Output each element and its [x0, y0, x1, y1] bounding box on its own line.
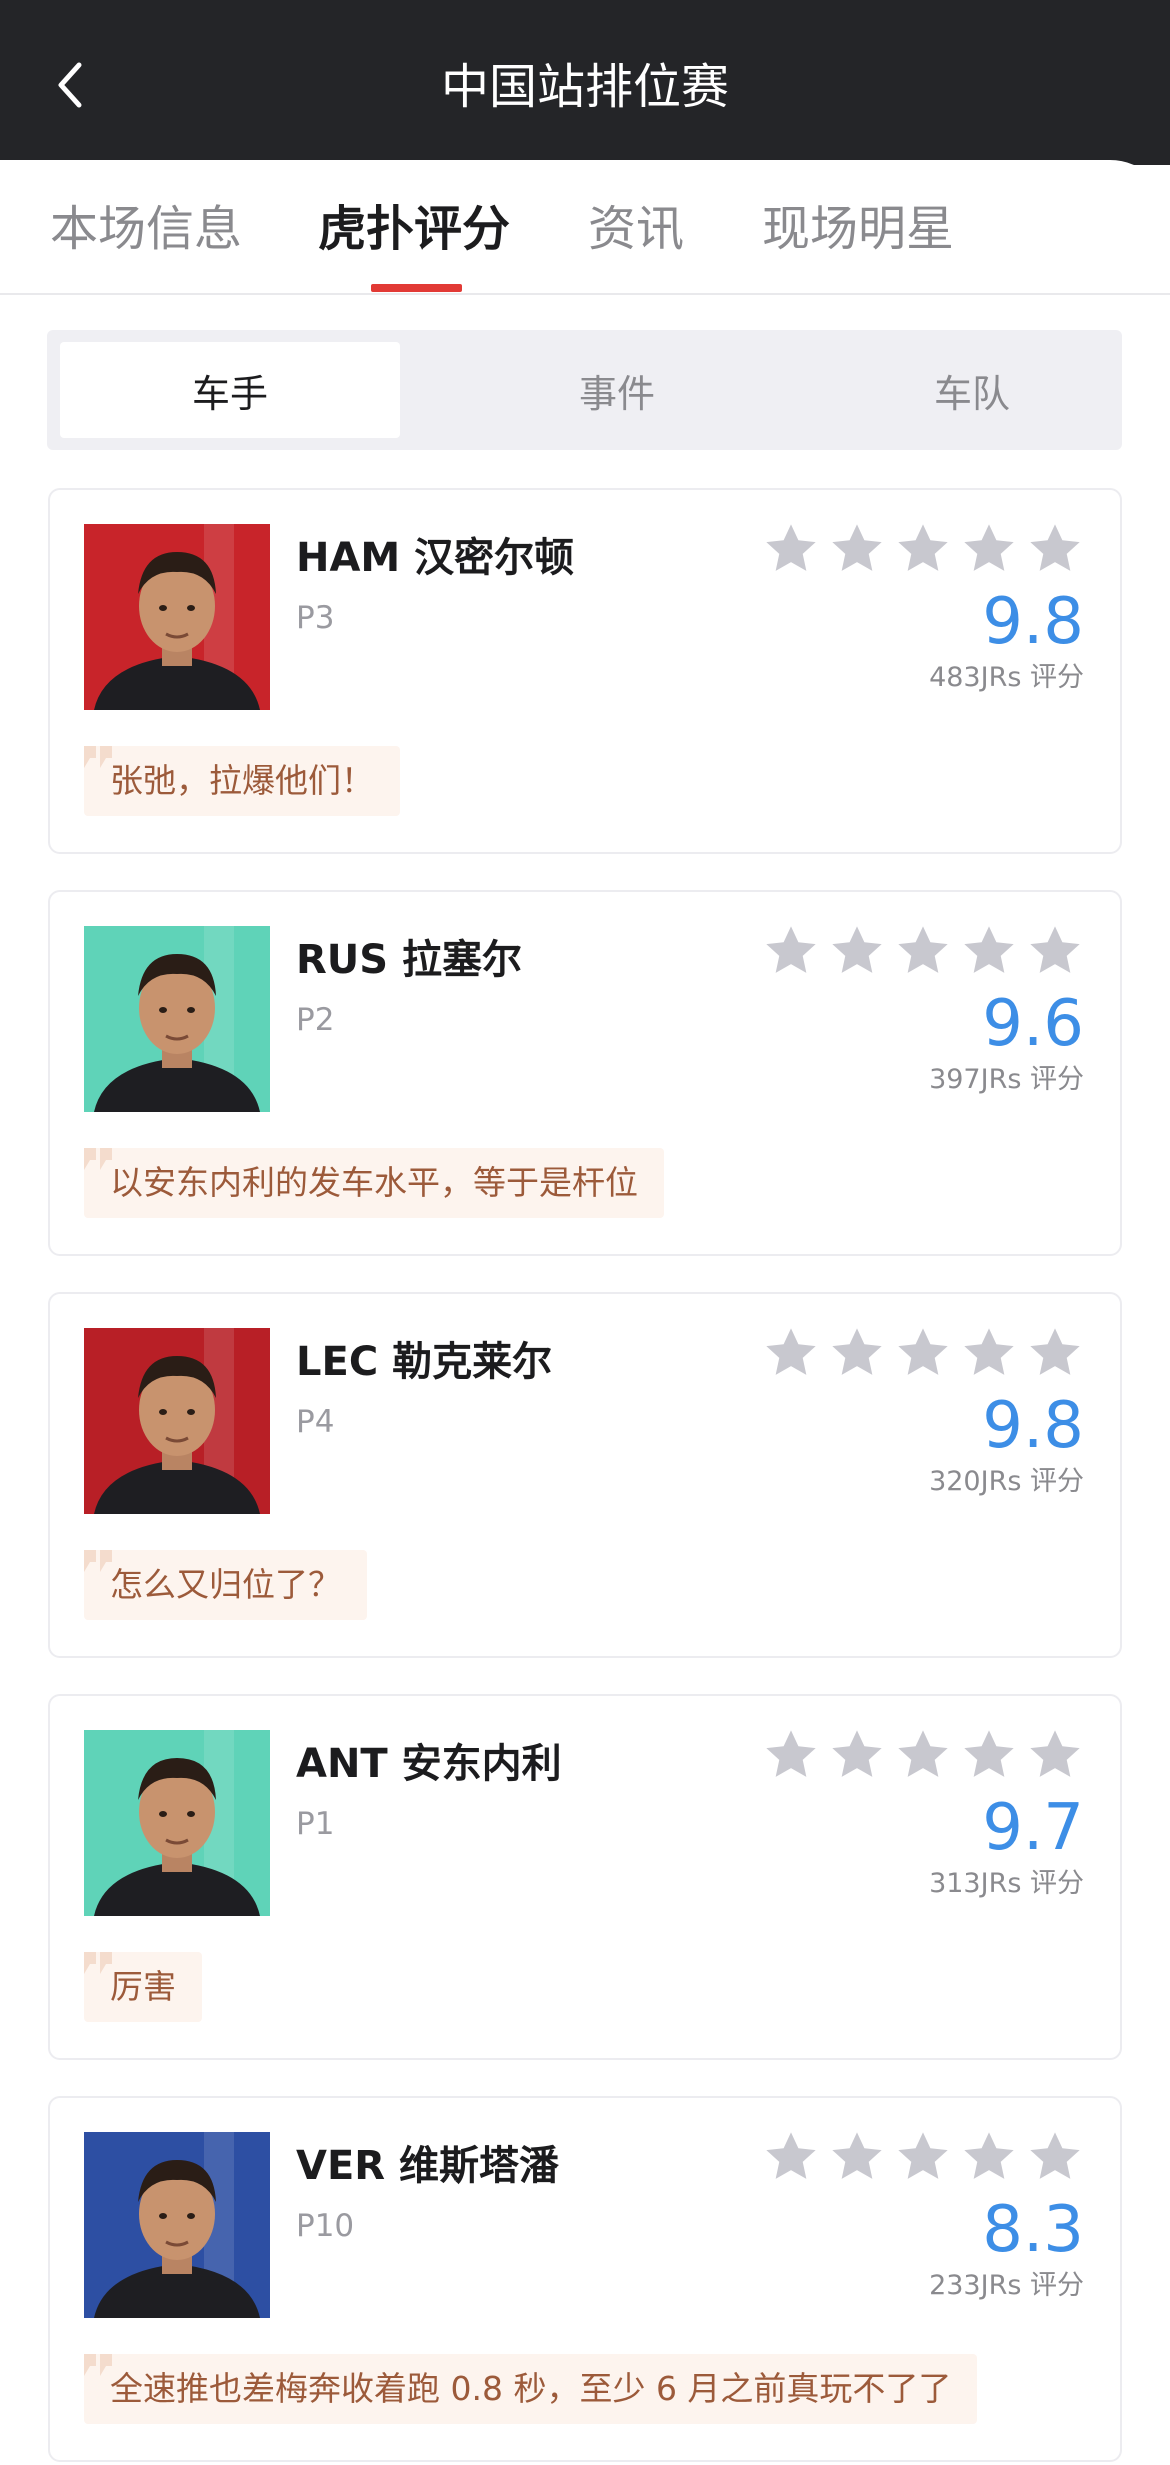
segmented-control: 车手 事件 车队: [47, 330, 1122, 450]
comment-text: 厉害: [110, 1967, 176, 2006]
quote-icon: [84, 1148, 112, 1170]
driver-portrait-icon: [84, 2132, 270, 2318]
page-title: 中国站排位赛: [440, 59, 729, 115]
driver-position: P3: [296, 600, 335, 636]
star-icon[interactable]: [1026, 922, 1084, 980]
star-icon[interactable]: [828, 1726, 886, 1784]
driver-card[interactable]: VER 维斯塔潘 P10 8.3 233JRs 评分 全速推也差梅奔收着跑 0.…: [48, 2096, 1122, 2462]
star-icon[interactable]: [960, 922, 1018, 980]
star-rating[interactable]: [762, 2128, 1084, 2186]
driver-position: P4: [296, 1404, 335, 1440]
star-rating[interactable]: [762, 1324, 1084, 1382]
rating-count: 313JRs 评分: [929, 1868, 1084, 1899]
star-icon[interactable]: [828, 1324, 886, 1382]
star-icon[interactable]: [1026, 520, 1084, 578]
star-icon[interactable]: [828, 922, 886, 980]
driver-name: ANT 安东内利: [296, 1741, 562, 1787]
driver-name: RUS 拉塞尔: [296, 937, 523, 983]
driver-score: 9.8: [982, 585, 1084, 659]
driver-portrait-icon: [84, 524, 270, 710]
star-icon[interactable]: [762, 1726, 820, 1784]
tab-info[interactable]: 本场信息: [50, 196, 242, 262]
star-icon[interactable]: [1026, 1726, 1084, 1784]
rating-count: 397JRs 评分: [929, 1064, 1084, 1095]
star-icon[interactable]: [762, 520, 820, 578]
driver-portrait-icon: [84, 1328, 270, 1514]
driver-photo: [84, 1328, 270, 1514]
driver-photo: [84, 1730, 270, 1916]
star-icon[interactable]: [960, 2128, 1018, 2186]
star-icon[interactable]: [960, 520, 1018, 578]
star-icon[interactable]: [894, 520, 952, 578]
driver-name: VER 维斯塔潘: [296, 2143, 560, 2189]
star-icon[interactable]: [762, 2128, 820, 2186]
driver-score: 9.6: [982, 987, 1084, 1061]
tab-stars[interactable]: 现场明星: [762, 196, 954, 262]
driver-photo: [84, 524, 270, 710]
quote-icon: [84, 1550, 112, 1572]
driver-photo: [84, 926, 270, 1112]
star-icon[interactable]: [894, 922, 952, 980]
segment-teams[interactable]: 车队: [802, 342, 1142, 438]
star-icon[interactable]: [894, 1324, 952, 1382]
comment-text: 张弛，拉爆他们！: [110, 761, 374, 800]
comment-text: 全速推也差梅奔收着跑 0.8 秒，至少 6 月之前真玩不了了: [110, 2369, 952, 2408]
tab-bar: 本场信息 虎扑评分 资讯 现场明星: [0, 160, 1170, 295]
rating-count: 320JRs 评分: [929, 1466, 1084, 1497]
comment-text: 怎么又归位了？: [110, 1565, 341, 1604]
segment-events[interactable]: 事件: [447, 342, 787, 438]
driver-card[interactable]: HAM 汉密尔顿 P3 9.8 483JRs 评分 张弛，拉爆他们！: [48, 488, 1122, 854]
driver-photo: [84, 2132, 270, 2318]
driver-card[interactable]: LEC 勒克莱尔 P4 9.8 320JRs 评分 怎么又归位了？: [48, 1292, 1122, 1658]
rating-count: 233JRs 评分: [929, 2270, 1084, 2301]
top-comment[interactable]: 以安东内利的发车水平，等于是杆位: [84, 1148, 664, 1218]
comment-text: 以安东内利的发车水平，等于是杆位: [110, 1163, 638, 1202]
driver-score: 9.8: [982, 1389, 1084, 1463]
top-comment[interactable]: 厉害: [84, 1952, 202, 2022]
star-icon[interactable]: [1026, 1324, 1084, 1382]
quote-icon: [84, 1952, 112, 1974]
driver-position: P2: [296, 1002, 335, 1038]
star-icon[interactable]: [828, 2128, 886, 2186]
star-rating[interactable]: [762, 922, 1084, 980]
segment-drivers[interactable]: 车手: [60, 342, 400, 438]
driver-score: 8.3: [982, 2193, 1084, 2267]
top-comment[interactable]: 怎么又归位了？: [84, 1550, 367, 1620]
quote-icon: [84, 2354, 112, 2376]
driver-position: P1: [296, 1806, 335, 1842]
quote-icon: [84, 746, 112, 768]
rating-count: 483JRs 评分: [929, 662, 1084, 693]
driver-name: HAM 汉密尔顿: [296, 535, 575, 581]
active-tab-indicator: [371, 284, 462, 292]
star-icon[interactable]: [960, 1324, 1018, 1382]
driver-portrait-icon: [84, 1730, 270, 1916]
star-icon[interactable]: [762, 922, 820, 980]
star-icon[interactable]: [894, 2128, 952, 2186]
driver-card[interactable]: ANT 安东内利 P1 9.7 313JRs 评分 厉害: [48, 1694, 1122, 2060]
star-icon[interactable]: [960, 1726, 1018, 1784]
driver-card[interactable]: RUS 拉塞尔 P2 9.6 397JRs 评分 以安东内利的发车水平，等于是杆…: [48, 890, 1122, 1256]
driver-position: P10: [296, 2208, 355, 2244]
tab-news[interactable]: 资讯: [588, 196, 684, 262]
star-icon[interactable]: [828, 520, 886, 578]
driver-portrait-icon: [84, 926, 270, 1112]
top-bar: 中国站排位赛: [0, 0, 1170, 165]
star-rating[interactable]: [762, 1726, 1084, 1784]
star-icon[interactable]: [1026, 2128, 1084, 2186]
top-comment[interactable]: 全速推也差梅奔收着跑 0.8 秒，至少 6 月之前真玩不了了: [84, 2354, 978, 2424]
driver-score: 9.7: [982, 1791, 1084, 1865]
star-icon[interactable]: [762, 1324, 820, 1382]
tab-rating[interactable]: 虎扑评分: [318, 196, 510, 262]
star-rating[interactable]: [762, 520, 1084, 578]
top-comment[interactable]: 张弛，拉爆他们！: [84, 746, 400, 816]
driver-name: LEC 勒克莱尔: [296, 1339, 553, 1385]
star-icon[interactable]: [894, 1726, 952, 1784]
